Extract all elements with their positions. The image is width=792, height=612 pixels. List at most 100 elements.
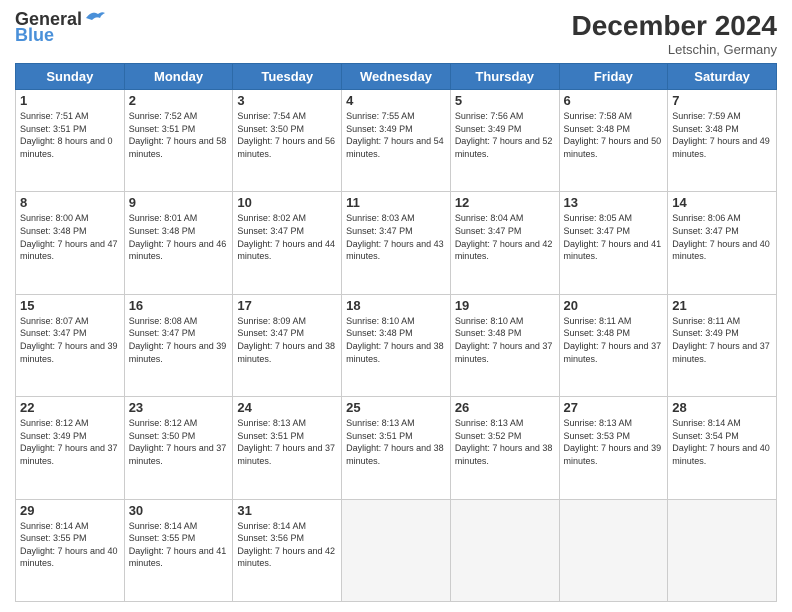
cell-info: Sunrise: 8:01 AMSunset: 3:48 PMDaylight:… [129, 213, 227, 261]
dow-header-friday: Friday [559, 64, 668, 90]
calendar-cell: 23 Sunrise: 8:12 AMSunset: 3:50 PMDaylig… [124, 397, 233, 499]
week-row-2: 8 Sunrise: 8:00 AMSunset: 3:48 PMDayligh… [16, 192, 777, 294]
cell-info: Sunrise: 7:52 AMSunset: 3:51 PMDaylight:… [129, 111, 227, 159]
month-title: December 2024 [572, 10, 777, 42]
day-number: 18 [346, 298, 446, 313]
calendar-cell: 18 Sunrise: 8:10 AMSunset: 3:48 PMDaylig… [342, 294, 451, 396]
calendar-cell: 13 Sunrise: 8:05 AMSunset: 3:47 PMDaylig… [559, 192, 668, 294]
day-number: 12 [455, 195, 555, 210]
cell-info: Sunrise: 8:12 AMSunset: 3:49 PMDaylight:… [20, 418, 118, 466]
day-number: 7 [672, 93, 772, 108]
day-number: 19 [455, 298, 555, 313]
calendar-cell: 6 Sunrise: 7:58 AMSunset: 3:48 PMDayligh… [559, 90, 668, 192]
day-number: 14 [672, 195, 772, 210]
day-number: 8 [20, 195, 120, 210]
calendar-cell: 25 Sunrise: 8:13 AMSunset: 3:51 PMDaylig… [342, 397, 451, 499]
day-number: 15 [20, 298, 120, 313]
cell-info: Sunrise: 8:05 AMSunset: 3:47 PMDaylight:… [564, 213, 662, 261]
calendar-cell [450, 499, 559, 601]
day-number: 3 [237, 93, 337, 108]
cell-info: Sunrise: 8:13 AMSunset: 3:51 PMDaylight:… [346, 418, 444, 466]
calendar-cell [342, 499, 451, 601]
calendar-cell [668, 499, 777, 601]
day-number: 24 [237, 400, 337, 415]
cell-info: Sunrise: 8:03 AMSunset: 3:47 PMDaylight:… [346, 213, 444, 261]
cell-info: Sunrise: 8:13 AMSunset: 3:52 PMDaylight:… [455, 418, 553, 466]
calendar-cell: 28 Sunrise: 8:14 AMSunset: 3:54 PMDaylig… [668, 397, 777, 499]
cell-info: Sunrise: 8:14 AMSunset: 3:54 PMDaylight:… [672, 418, 770, 466]
cell-info: Sunrise: 8:13 AMSunset: 3:53 PMDaylight:… [564, 418, 662, 466]
calendar-cell: 8 Sunrise: 8:00 AMSunset: 3:48 PMDayligh… [16, 192, 125, 294]
cell-info: Sunrise: 7:51 AMSunset: 3:51 PMDaylight:… [20, 111, 113, 159]
cell-info: Sunrise: 7:56 AMSunset: 3:49 PMDaylight:… [455, 111, 553, 159]
calendar-cell: 31 Sunrise: 8:14 AMSunset: 3:56 PMDaylig… [233, 499, 342, 601]
cell-info: Sunrise: 8:11 AMSunset: 3:49 PMDaylight:… [672, 316, 770, 364]
day-number: 31 [237, 503, 337, 518]
days-of-week-row: SundayMondayTuesdayWednesdayThursdayFrid… [16, 64, 777, 90]
cell-info: Sunrise: 8:14 AMSunset: 3:56 PMDaylight:… [237, 521, 335, 569]
calendar-cell: 9 Sunrise: 8:01 AMSunset: 3:48 PMDayligh… [124, 192, 233, 294]
cell-info: Sunrise: 8:12 AMSunset: 3:50 PMDaylight:… [129, 418, 227, 466]
calendar-cell: 1 Sunrise: 7:51 AMSunset: 3:51 PMDayligh… [16, 90, 125, 192]
calendar-cell: 3 Sunrise: 7:54 AMSunset: 3:50 PMDayligh… [233, 90, 342, 192]
page: General Blue December 2024 Letschin, Ger… [0, 0, 792, 612]
calendar-body: 1 Sunrise: 7:51 AMSunset: 3:51 PMDayligh… [16, 90, 777, 602]
calendar-cell: 29 Sunrise: 8:14 AMSunset: 3:55 PMDaylig… [16, 499, 125, 601]
cell-info: Sunrise: 8:04 AMSunset: 3:47 PMDaylight:… [455, 213, 553, 261]
title-section: December 2024 Letschin, Germany [572, 10, 777, 57]
cell-info: Sunrise: 8:09 AMSunset: 3:47 PMDaylight:… [237, 316, 335, 364]
calendar-cell: 4 Sunrise: 7:55 AMSunset: 3:49 PMDayligh… [342, 90, 451, 192]
day-number: 1 [20, 93, 120, 108]
cell-info: Sunrise: 7:59 AMSunset: 3:48 PMDaylight:… [672, 111, 770, 159]
cell-info: Sunrise: 7:58 AMSunset: 3:48 PMDaylight:… [564, 111, 662, 159]
calendar-cell: 7 Sunrise: 7:59 AMSunset: 3:48 PMDayligh… [668, 90, 777, 192]
location: Letschin, Germany [572, 42, 777, 57]
calendar-cell: 17 Sunrise: 8:09 AMSunset: 3:47 PMDaylig… [233, 294, 342, 396]
calendar-cell: 5 Sunrise: 7:56 AMSunset: 3:49 PMDayligh… [450, 90, 559, 192]
day-number: 27 [564, 400, 664, 415]
cell-info: Sunrise: 8:10 AMSunset: 3:48 PMDaylight:… [455, 316, 553, 364]
day-number: 6 [564, 93, 664, 108]
logo-bird-icon [84, 8, 106, 26]
calendar-cell: 14 Sunrise: 8:06 AMSunset: 3:47 PMDaylig… [668, 192, 777, 294]
header: General Blue December 2024 Letschin, Ger… [15, 10, 777, 57]
cell-info: Sunrise: 8:07 AMSunset: 3:47 PMDaylight:… [20, 316, 118, 364]
day-number: 17 [237, 298, 337, 313]
dow-header-monday: Monday [124, 64, 233, 90]
calendar-cell: 21 Sunrise: 8:11 AMSunset: 3:49 PMDaylig… [668, 294, 777, 396]
day-number: 30 [129, 503, 229, 518]
week-row-1: 1 Sunrise: 7:51 AMSunset: 3:51 PMDayligh… [16, 90, 777, 192]
cell-info: Sunrise: 8:11 AMSunset: 3:48 PMDaylight:… [564, 316, 662, 364]
calendar-cell: 15 Sunrise: 8:07 AMSunset: 3:47 PMDaylig… [16, 294, 125, 396]
calendar-table: SundayMondayTuesdayWednesdayThursdayFrid… [15, 63, 777, 602]
week-row-3: 15 Sunrise: 8:07 AMSunset: 3:47 PMDaylig… [16, 294, 777, 396]
day-number: 22 [20, 400, 120, 415]
calendar-cell: 26 Sunrise: 8:13 AMSunset: 3:52 PMDaylig… [450, 397, 559, 499]
day-number: 29 [20, 503, 120, 518]
day-number: 28 [672, 400, 772, 415]
dow-header-tuesday: Tuesday [233, 64, 342, 90]
cell-info: Sunrise: 8:00 AMSunset: 3:48 PMDaylight:… [20, 213, 118, 261]
calendar-cell [559, 499, 668, 601]
day-number: 2 [129, 93, 229, 108]
day-number: 9 [129, 195, 229, 210]
calendar-cell: 30 Sunrise: 8:14 AMSunset: 3:55 PMDaylig… [124, 499, 233, 601]
cell-info: Sunrise: 8:14 AMSunset: 3:55 PMDaylight:… [129, 521, 227, 569]
day-number: 20 [564, 298, 664, 313]
cell-info: Sunrise: 8:13 AMSunset: 3:51 PMDaylight:… [237, 418, 335, 466]
calendar-cell: 22 Sunrise: 8:12 AMSunset: 3:49 PMDaylig… [16, 397, 125, 499]
cell-info: Sunrise: 7:55 AMSunset: 3:49 PMDaylight:… [346, 111, 444, 159]
logo: General Blue [15, 10, 106, 44]
day-number: 26 [455, 400, 555, 415]
calendar-cell: 16 Sunrise: 8:08 AMSunset: 3:47 PMDaylig… [124, 294, 233, 396]
calendar-cell: 11 Sunrise: 8:03 AMSunset: 3:47 PMDaylig… [342, 192, 451, 294]
dow-header-saturday: Saturday [668, 64, 777, 90]
day-number: 11 [346, 195, 446, 210]
calendar-cell: 27 Sunrise: 8:13 AMSunset: 3:53 PMDaylig… [559, 397, 668, 499]
calendar-cell: 10 Sunrise: 8:02 AMSunset: 3:47 PMDaylig… [233, 192, 342, 294]
cell-info: Sunrise: 8:08 AMSunset: 3:47 PMDaylight:… [129, 316, 227, 364]
cell-info: Sunrise: 8:06 AMSunset: 3:47 PMDaylight:… [672, 213, 770, 261]
cell-info: Sunrise: 8:10 AMSunset: 3:48 PMDaylight:… [346, 316, 444, 364]
day-number: 5 [455, 93, 555, 108]
day-number: 16 [129, 298, 229, 313]
